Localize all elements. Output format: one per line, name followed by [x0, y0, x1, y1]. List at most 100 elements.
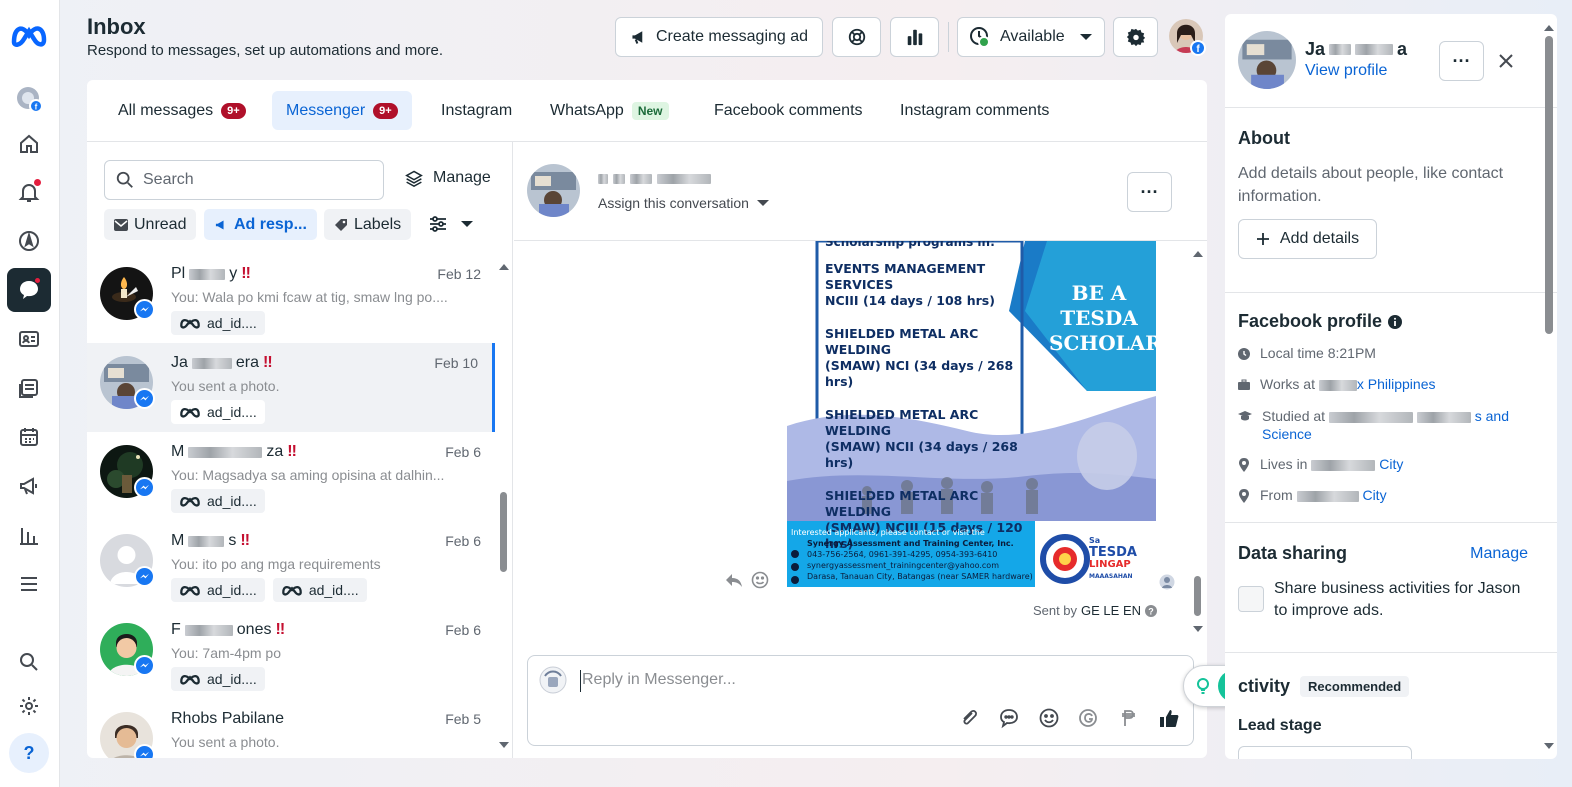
profile-more-button[interactable]: ···	[1439, 41, 1484, 81]
chat-more-options-button[interactable]: ···	[1127, 172, 1172, 212]
compass-icon[interactable]	[7, 219, 51, 263]
react-emoji-icon[interactable]	[751, 571, 769, 589]
clock-status-icon	[970, 27, 990, 48]
conversation-date: Feb 6	[445, 444, 481, 460]
search-input[interactable]: Search	[104, 160, 384, 200]
contact-name: Ms ‼	[171, 532, 250, 549]
grammarly-icon[interactable]	[1078, 707, 1100, 729]
payment-request-icon[interactable]	[1118, 707, 1140, 729]
support-button[interactable]	[832, 17, 881, 57]
scroll-down-arrow-icon[interactable]	[1192, 624, 1204, 634]
chevron-down-icon	[461, 221, 473, 227]
reply-icon[interactable]	[725, 572, 743, 588]
scroll-up-arrow-icon[interactable]	[1192, 248, 1204, 258]
ad-id-chip[interactable]: ad_id....	[171, 578, 265, 602]
sliders-icon	[430, 216, 446, 232]
scroll-up-arrow-icon[interactable]	[1543, 22, 1555, 32]
settings-button[interactable]	[1113, 17, 1158, 57]
conversation-item-selected[interactable]: Ja era ‼ Feb 10 You sent a photo. ad_id...…	[87, 343, 495, 432]
conversation-item[interactable]: Fones ‼ Feb 6 You: 7am-4pm po ad_id....	[87, 610, 495, 699]
availability-dropdown[interactable]: Available	[957, 17, 1105, 57]
tab-instagram[interactable]: Instagram	[427, 91, 526, 130]
chat-panel: Assign this conversation ··· Scholarship…	[514, 142, 1207, 758]
tab-all-messages[interactable]: All messages 9+	[104, 91, 260, 130]
messenger-badge-icon	[134, 299, 155, 320]
briefcase-icon	[1238, 379, 1250, 390]
insights-button[interactable]	[890, 17, 939, 57]
home-icon[interactable]	[7, 122, 51, 166]
messenger-badge-icon	[134, 655, 155, 676]
user-avatar[interactable]: f	[1169, 19, 1206, 56]
recommended-badge: Recommended	[1300, 676, 1410, 697]
create-messaging-ad-button[interactable]: Create messaging ad	[615, 17, 823, 57]
meta-logo-icon[interactable]	[10, 22, 48, 48]
tab-whatsapp[interactable]: WhatsApp New	[536, 91, 683, 130]
channel-tabs: All messages 9+ Messenger 9+ Instagram Wha…	[87, 80, 1207, 142]
scroll-down-arrow-icon[interactable]	[498, 740, 510, 750]
list-scrollbar-thumb[interactable]	[500, 492, 507, 572]
view-profile-link[interactable]: View profile	[1305, 62, 1387, 80]
inbox-main-panel: All messages 9+ Messenger 9+ Instagram Wha…	[87, 80, 1207, 758]
insights-icon[interactable]	[7, 513, 51, 557]
lead-stage-dropdown[interactable]	[1238, 746, 1412, 759]
help-icon[interactable]: ?	[9, 733, 49, 773]
message-preview: You sent a photo.	[171, 734, 280, 750]
page-avatar-icon[interactable]: f	[7, 77, 51, 121]
info-icon[interactable]	[1388, 314, 1403, 329]
content-icon[interactable]	[7, 366, 51, 410]
attachment-icon[interactable]	[958, 707, 980, 729]
seen-avatar-icon	[1159, 574, 1175, 590]
contact-avatar[interactable]	[1238, 31, 1296, 89]
envelope-icon	[114, 218, 128, 231]
tab-facebook-comments[interactable]: Facebook comments	[700, 91, 877, 130]
inbox-icon[interactable]	[7, 268, 51, 312]
ad-id-chip[interactable]: ad_id....	[171, 489, 265, 513]
assign-conversation-dropdown[interactable]: Assign this conversation	[598, 195, 769, 211]
conversation-list-panel: Search Manage Unread Ad resp... Labels P…	[87, 142, 513, 758]
close-icon[interactable]	[1498, 53, 1514, 69]
ad-id-chip[interactable]: ad_id....	[272, 578, 367, 602]
poster-headline: BE ATESDASCHOLAR!	[1049, 281, 1156, 355]
share-activities-checkbox[interactable]	[1238, 586, 1264, 612]
conversation-item[interactable]: Pl y ‼ Feb 12 You: Wala po kmi fcaw at tig…	[87, 254, 495, 343]
tab-messenger[interactable]: Messenger 9+	[272, 91, 412, 130]
ad-id-chip[interactable]: ad_id....	[171, 667, 265, 691]
ads-megaphone-icon[interactable]	[7, 464, 51, 508]
manage-button[interactable]: Manage	[405, 169, 491, 187]
scroll-up-arrow-icon[interactable]	[498, 261, 510, 271]
scroll-down-arrow-icon[interactable]	[1543, 741, 1555, 751]
contacts-icon[interactable]	[7, 317, 51, 361]
contact-avatar[interactable]	[527, 164, 580, 217]
search-icon[interactable]	[7, 640, 51, 684]
messenger-badge-icon	[134, 566, 155, 587]
emoji-icon[interactable]	[1038, 707, 1060, 729]
lifebuoy-icon	[848, 28, 865, 46]
menu-icon[interactable]	[7, 562, 51, 606]
filter-options-button[interactable]	[429, 216, 473, 232]
thumbs-up-icon[interactable]	[1158, 707, 1180, 729]
nav-rail: f ?	[0, 0, 60, 787]
add-details-button[interactable]: Add details	[1238, 219, 1377, 259]
thread-scrollbar-thumb[interactable]	[1194, 576, 1201, 616]
saved-replies-icon[interactable]	[998, 707, 1020, 729]
ad-id-chip[interactable]: ad_id....	[171, 311, 265, 335]
unread-badge: 9+	[373, 102, 398, 119]
chevron-down-icon	[1079, 34, 1092, 40]
sent-photo-poster[interactable]: Scholarship programs in: EVENTS MANAGEME…	[787, 241, 1156, 587]
data-sharing-manage-link[interactable]: Manage	[1470, 545, 1528, 563]
notifications-icon[interactable]	[7, 170, 51, 214]
conversation-item[interactable]: Mza ‼ Feb 6 You: Magsadya sa aming opisin…	[87, 432, 495, 521]
reply-input[interactable]: Reply in Messenger...	[582, 671, 736, 689]
tab-instagram-comments[interactable]: Instagram comments	[886, 91, 1063, 130]
filter-labels[interactable]: Labels	[324, 209, 412, 240]
calendar-icon[interactable]	[7, 415, 51, 459]
ad-id-chip[interactable]: ad_id....	[171, 400, 265, 424]
conversation-item[interactable]: Rhobs Pabilane Feb 5 You sent a photo.	[87, 699, 495, 758]
filter-unread[interactable]: Unread	[104, 209, 197, 240]
filter-ad-responses[interactable]: Ad resp...	[204, 209, 317, 240]
question-icon[interactable]: ?	[1145, 604, 1157, 617]
settings-icon[interactable]	[7, 684, 51, 728]
contact-name: Fones ‼	[171, 621, 286, 638]
conversation-item[interactable]: Ms ‼ Feb 6 You: ito po ang mga requiremen…	[87, 521, 495, 610]
panel-scrollbar-thumb[interactable]	[1545, 36, 1553, 334]
